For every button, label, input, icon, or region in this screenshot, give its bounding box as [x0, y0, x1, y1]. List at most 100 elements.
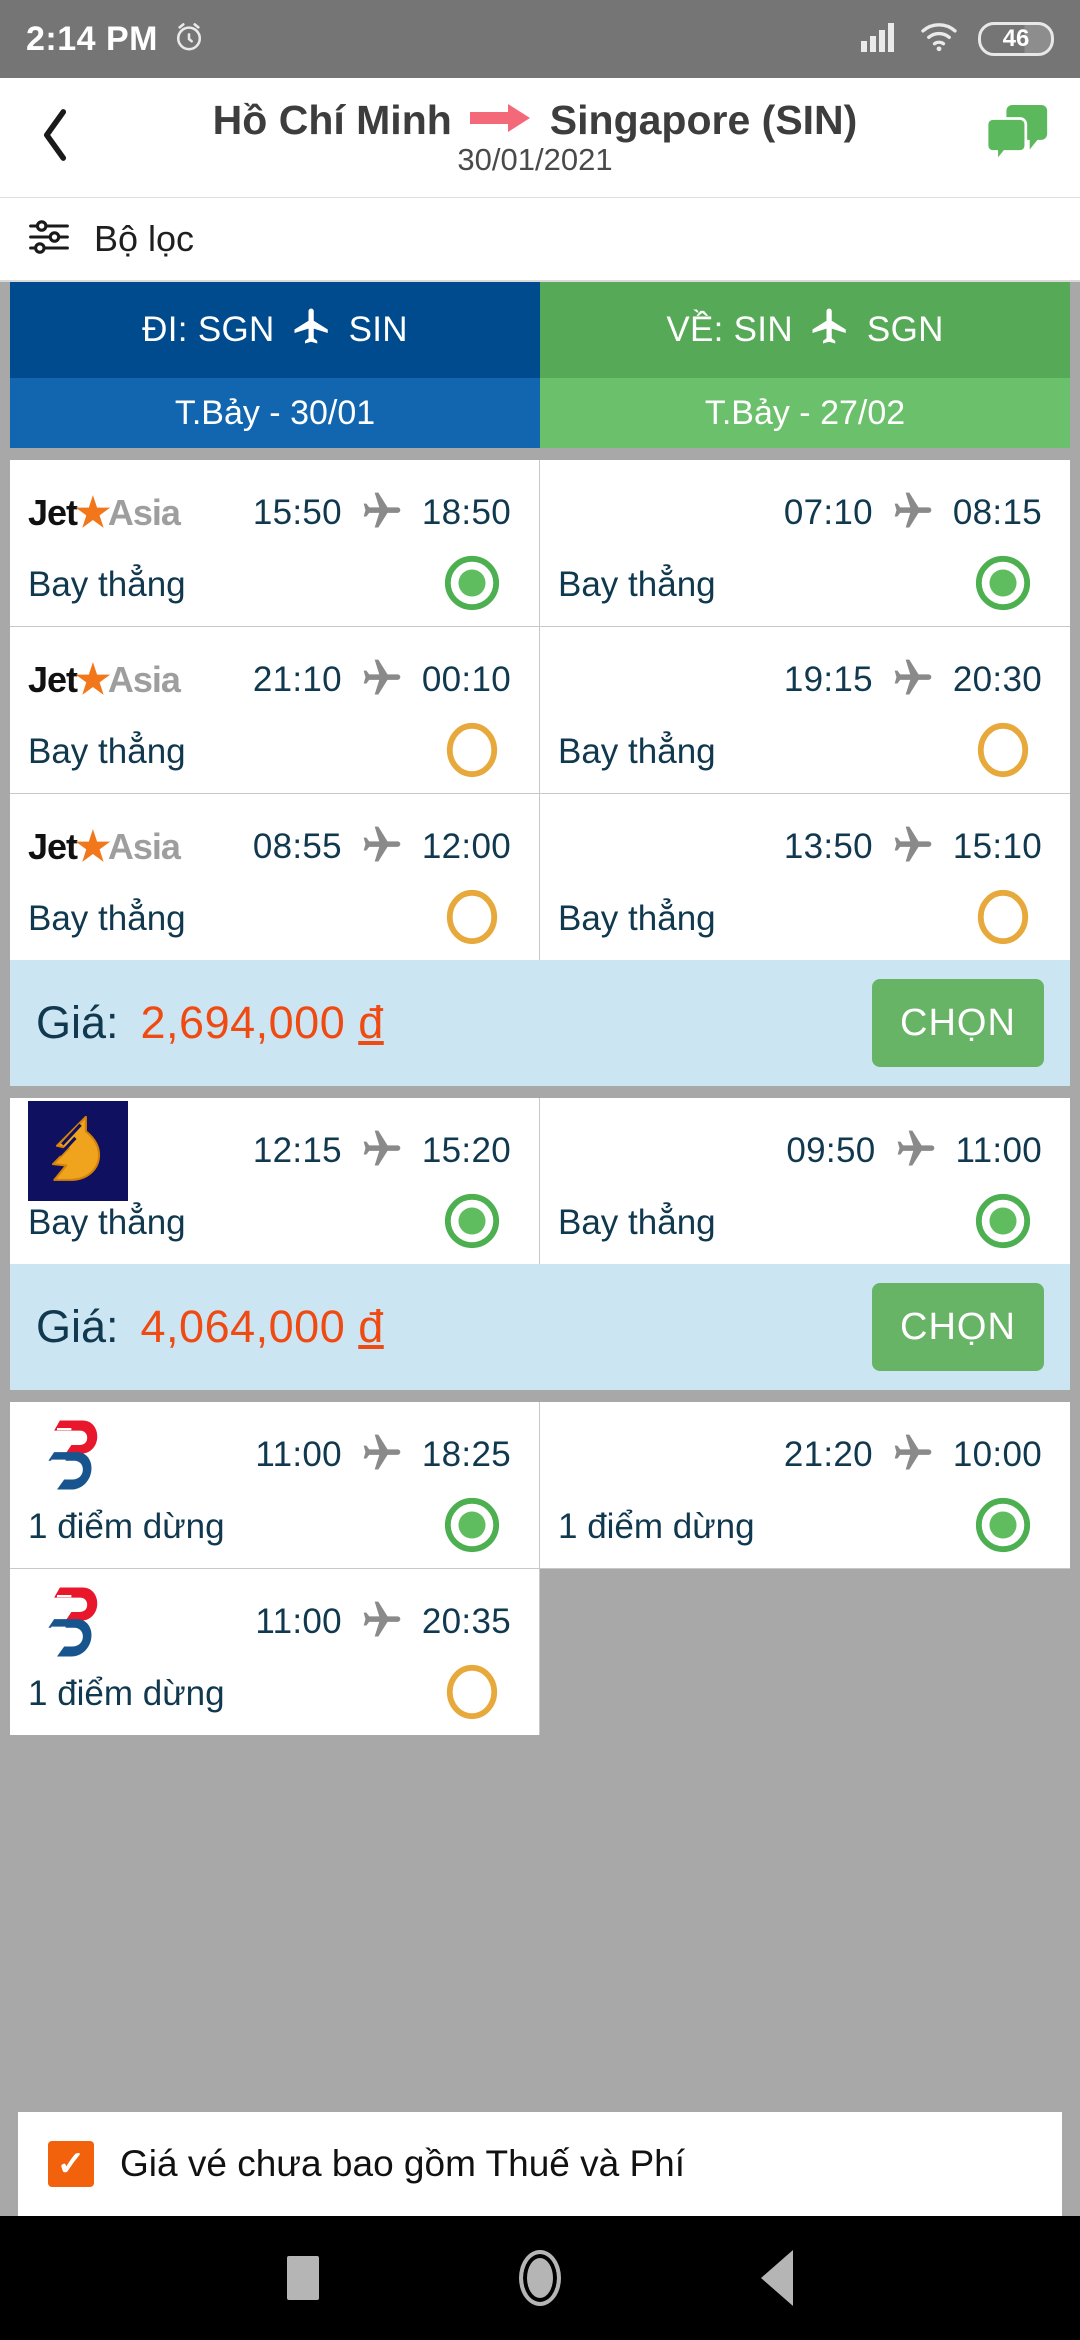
segment-radio-selected[interactable] — [974, 554, 1032, 617]
tab-return-prefix: VỀ: SIN — [666, 310, 793, 349]
flight-segment-left[interactable]: Jet ★ Asia 15:50 18:50 Bay thẳng — [10, 460, 540, 626]
flight-segment-left[interactable]: Jet ★ Asia 21:10 00:10 Bay thẳng — [10, 627, 540, 793]
arrow-right-icon — [469, 101, 532, 140]
flight-card[interactable]: Jet ★ Asia 15:50 18:50 Bay thẳng 07:10 08:15 Bay… — [10, 460, 1070, 1086]
flight-row: Jet ★ Asia 08:55 12:00 Bay thẳng 13:50 15:10 Bay… — [10, 794, 1070, 960]
tax-note[interactable]: ✓ Giá vé chưa bao gồm Thuế và Phí — [18, 2112, 1062, 2216]
flight-card-rows: Jet ★ Asia 15:50 18:50 Bay thẳng 07:10 08:15 Bay… — [10, 460, 1070, 960]
segment-times: 11:00 18:25 — [214, 1431, 521, 1480]
segment-stops: Bay thẳng — [28, 732, 186, 771]
depart-time: 07:10 — [783, 493, 873, 532]
price-value: 2,694,000 đ — [140, 997, 384, 1048]
segment-bottom: Bay thẳng — [558, 719, 1052, 785]
status-bar-right: 46 — [860, 21, 1054, 58]
segment-top: 13:50 15:10 — [558, 808, 1052, 886]
depart-time: 21:20 — [783, 1435, 873, 1474]
airline-logo-jetstar-asia: Jet ★ Asia — [28, 658, 181, 702]
tab-departure-title: ĐI: SGN SIN — [10, 282, 540, 378]
depart-time: 21:10 — [252, 660, 342, 699]
filter-bar[interactable]: Bộ lọc — [0, 198, 1080, 282]
chat-bubbles-icon — [985, 103, 1053, 172]
flight-segment-right[interactable]: 13:50 15:10 Bay thẳng — [540, 794, 1070, 960]
airline-logo-singapore-airlines — [28, 1101, 128, 1201]
chat-button[interactable] — [982, 103, 1058, 172]
segment-radio-unselected[interactable] — [443, 888, 501, 951]
segment-radio-unselected[interactable] — [443, 721, 501, 784]
segment-bottom: Bay thẳng — [558, 1190, 1052, 1256]
segment-radio-selected[interactable] — [974, 1496, 1032, 1559]
choose-button[interactable]: CHỌN — [872, 1283, 1044, 1371]
segment-top: Jet ★ Asia 21:10 00:10 — [28, 641, 521, 719]
airplane-icon — [887, 1431, 939, 1480]
flight-segment-left[interactable]: 11:00 20:35 1 điểm dừng — [10, 1569, 540, 1735]
flight-segment-right[interactable]: 09:50 11:00 Bay thẳng — [540, 1098, 1070, 1264]
route-date: 30/01/2021 — [457, 142, 613, 177]
price-label: Giá: — [36, 1301, 119, 1352]
flight-row: 11:00 20:35 1 điểm dừng — [10, 1569, 1070, 1735]
segment-top: 19:15 20:30 — [558, 641, 1052, 719]
app-screen: 2:14 PM 46 Hồ Chí Minh Singapore (SIN) 3… — [0, 0, 1080, 2340]
tab-return[interactable]: VỀ: SIN SGN T.Bảy - 27/02 — [540, 282, 1070, 448]
tab-departure[interactable]: ĐI: SGN SIN T.Bảy - 30/01 — [10, 282, 540, 448]
segment-bottom: 1 điểm dừng — [558, 1494, 1052, 1560]
segment-times: 15:50 18:50 — [214, 489, 521, 538]
segment-top: Jet ★ Asia 08:55 12:00 — [28, 808, 521, 886]
flight-segment-left[interactable]: 12:15 15:20 Bay thẳng — [10, 1098, 540, 1264]
status-time: 2:14 PM — [26, 19, 158, 58]
segment-times: 08:55 12:00 — [214, 823, 521, 872]
flight-segment-right[interactable]: 21:20 10:00 1 điểm dừng — [540, 1402, 1070, 1568]
route-line: Hồ Chí Minh Singapore (SIN) — [213, 97, 858, 144]
flight-results-list[interactable]: Jet ★ Asia 15:50 18:50 Bay thẳng 07:10 08:15 Bay… — [0, 448, 1080, 2090]
arrive-time: 15:10 — [952, 827, 1042, 866]
segment-radio-unselected[interactable] — [974, 721, 1032, 784]
flight-segment-right[interactable]: 19:15 20:30 Bay thẳng — [540, 627, 1070, 793]
segment-bottom: Bay thẳng — [558, 552, 1052, 618]
segment-radio-selected[interactable] — [974, 1192, 1032, 1255]
choose-button[interactable]: CHỌN — [872, 979, 1044, 1067]
note-bar: ✓ Giá vé chưa bao gồm Thuế và Phí — [0, 2112, 1080, 2216]
airplane-icon — [887, 656, 939, 705]
segment-times: 11:00 20:35 — [214, 1598, 521, 1647]
airplane-icon — [807, 305, 853, 356]
flight-segment-right[interactable]: 07:10 08:15 Bay thẳng — [540, 460, 1070, 626]
back-triangle-icon[interactable] — [761, 2250, 793, 2306]
segment-stops: 1 điểm dừng — [28, 1507, 225, 1546]
tab-departure-suffix: SIN — [348, 310, 408, 349]
segment-radio-selected[interactable] — [443, 1496, 501, 1559]
airline-logo-slot — [28, 1570, 214, 1674]
recents-square-icon[interactable] — [287, 2256, 319, 2300]
back-button[interactable] — [22, 107, 88, 168]
flight-card[interactable]: 12:15 15:20 Bay thẳng 09:50 11:00 Bay thẳng Gi… — [10, 1098, 1070, 1390]
app-header: Hồ Chí Minh Singapore (SIN) 30/01/2021 — [0, 78, 1080, 198]
depart-time: 08:55 — [252, 827, 342, 866]
segment-bottom: Bay thẳng — [558, 886, 1052, 952]
segment-times: 21:20 10:00 — [744, 1431, 1052, 1480]
flight-segment-left[interactable]: 11:00 18:25 1 điểm dừng — [10, 1402, 540, 1568]
segment-times: 09:50 11:00 — [744, 1127, 1052, 1176]
flight-row: Jet ★ Asia 15:50 18:50 Bay thẳng 07:10 08:15 Bay… — [10, 460, 1070, 627]
segment-radio-selected[interactable] — [443, 554, 501, 617]
airline-logo-slot: Jet ★ Asia — [28, 657, 214, 703]
depart-time: 15:50 — [252, 493, 342, 532]
airline-logo-slot — [28, 1101, 214, 1201]
segment-top: 09:50 11:00 — [558, 1112, 1052, 1190]
tab-return-suffix: SGN — [866, 310, 944, 349]
segment-top: 11:00 20:35 — [28, 1583, 521, 1661]
android-nav-bar — [0, 2216, 1080, 2340]
segment-times: 13:50 15:10 — [744, 823, 1052, 872]
arrive-time: 18:50 — [421, 493, 511, 532]
cellular-signal-icon — [860, 21, 900, 58]
segment-radio-unselected[interactable] — [443, 1663, 501, 1726]
segment-radio-selected[interactable] — [443, 1192, 501, 1255]
home-circle-icon[interactable] — [519, 2250, 561, 2306]
flight-segment-left[interactable]: Jet ★ Asia 08:55 12:00 Bay thẳng — [10, 794, 540, 960]
tab-departure-prefix: ĐI: SGN — [142, 310, 275, 349]
segment-times: 21:10 00:10 — [214, 656, 521, 705]
tax-note-checkbox[interactable]: ✓ — [48, 2141, 94, 2187]
depart-time: 11:00 — [255, 1602, 342, 1641]
arrive-time: 20:30 — [952, 660, 1042, 699]
tax-note-label: Giá vé chưa bao gồm Thuế và Phí — [120, 2143, 686, 2184]
flight-card[interactable]: 11:00 18:25 1 điểm dừng 21:20 10:00 1 điểm dừ… — [10, 1402, 1070, 1735]
segment-radio-unselected[interactable] — [974, 888, 1032, 951]
tab-return-title: VỀ: SIN SGN — [540, 282, 1070, 378]
